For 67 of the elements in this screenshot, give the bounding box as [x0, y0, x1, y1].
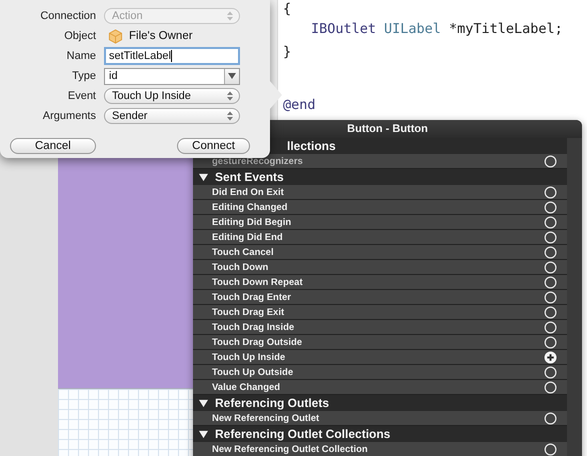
connection-circle-icon[interactable] — [544, 154, 557, 168]
event-label: Touch Drag Exit — [212, 306, 284, 318]
connection-circle-icon[interactable] — [544, 276, 557, 288]
code-token: UILabel — [384, 21, 441, 37]
add-connection-icon[interactable] — [544, 350, 557, 364]
field-label: Arguments — [42, 110, 97, 122]
field-label: Object — [63, 30, 97, 42]
connection-circle-icon[interactable] — [544, 306, 557, 318]
section-title: llections — [287, 139, 336, 153]
connection-circle-icon[interactable] — [544, 320, 557, 334]
code-token: { — [283, 1, 292, 17]
section-header[interactable]: Referencing Outlets — [193, 395, 567, 411]
disclosure-triangle-icon[interactable] — [199, 172, 208, 182]
cube-icon — [108, 28, 123, 44]
stepper-arrows-icon — [227, 111, 233, 121]
field-label: Name — [66, 50, 97, 62]
code-token: } — [283, 44, 292, 60]
event-label: Did End On Exit — [212, 186, 284, 198]
connect-button[interactable]: Connect — [177, 138, 250, 154]
connection-circle-icon[interactable] — [544, 260, 557, 274]
section-title: Referencing Outlets — [215, 396, 330, 410]
connection-circle-icon[interactable] — [544, 412, 557, 424]
event-label: Editing Changed — [212, 202, 288, 212]
connection-circle-icon[interactable] — [544, 200, 557, 214]
event-label: Touch Down Repeat — [212, 276, 303, 288]
connection-circle-icon[interactable] — [544, 336, 557, 348]
connection-circle-icon[interactable] — [544, 186, 557, 198]
code-token: *myTitleLabel; — [448, 21, 563, 37]
cancel-button[interactable]: Cancel — [10, 138, 96, 154]
code-token: IBOutlet — [311, 21, 376, 37]
connection-circle-icon[interactable] — [544, 442, 557, 456]
stepper-arrows-icon — [227, 91, 233, 101]
section-title: Sent Events — [215, 170, 284, 184]
disclosure-triangle-icon[interactable] — [199, 430, 208, 438]
event-label: Touch Drag Inside — [212, 322, 294, 332]
field-label: Event — [66, 90, 97, 102]
event-label: gestureRecognizers — [212, 156, 303, 166]
event-label: Touch Cancel — [212, 246, 274, 258]
event-label: Editing Did End — [212, 232, 283, 242]
event-label: Value Changed — [212, 382, 280, 392]
stepper-arrows-icon — [227, 11, 233, 21]
section-header[interactable]: Referencing Outlet Collections — [193, 426, 567, 442]
section-title: Referencing Outlet Collections — [215, 427, 390, 441]
event-label: Touch Down — [212, 262, 268, 272]
name-field[interactable]: setTitleLabel — [104, 47, 240, 65]
disclosure-triangle-icon[interactable] — [199, 398, 208, 408]
object-name: File's Owner — [129, 30, 193, 42]
event-label: Editing Did Begin — [212, 216, 292, 228]
connection-circle-icon[interactable] — [544, 230, 557, 244]
code-token: @end — [283, 97, 316, 113]
connection-circle-icon[interactable] — [544, 216, 557, 228]
event-label: Touch Drag Enter — [212, 292, 291, 302]
event-label: New Referencing Outlet Collection — [212, 444, 368, 454]
popup-select[interactable]: Touch Up Inside — [104, 88, 240, 104]
type-combo-box[interactable]: id — [104, 68, 240, 84]
popup-select[interactable]: Sender — [104, 108, 240, 124]
event-label: Touch Up Inside — [212, 352, 286, 362]
connection-circle-icon[interactable] — [544, 380, 557, 394]
connection-circle-icon[interactable] — [544, 290, 557, 304]
field-label: Connection — [39, 10, 97, 22]
event-label: Touch Drag Outside — [212, 336, 302, 348]
event-label: New Referencing Outlet — [212, 412, 320, 424]
event-label: Touch Up Outside — [212, 366, 294, 378]
field-label: Type — [71, 70, 97, 82]
connection-circle-icon[interactable] — [544, 246, 557, 258]
section-header[interactable]: Sent Events — [193, 169, 567, 185]
connection-circle-icon[interactable] — [544, 366, 557, 378]
